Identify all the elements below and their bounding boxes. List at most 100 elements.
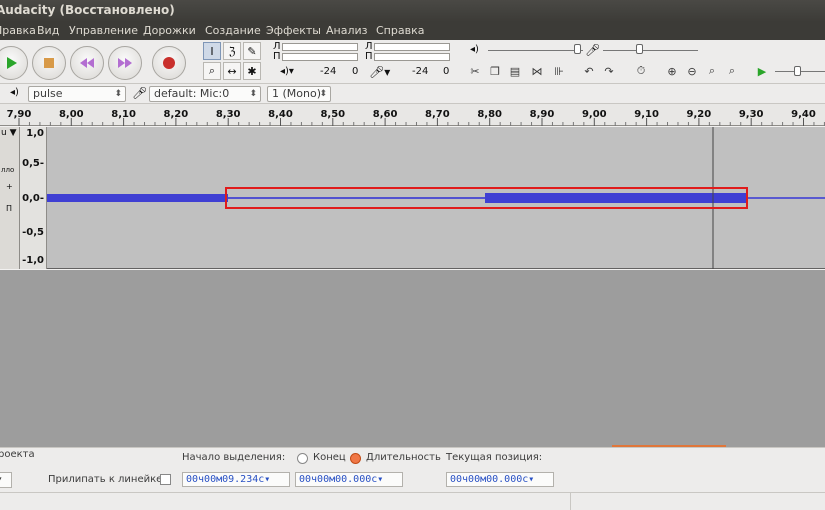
end-option-label: Конец <box>313 452 346 463</box>
timer-icon: ⏱ <box>636 64 646 77</box>
copy-button[interactable]: ❐ <box>486 62 504 80</box>
zoom-tool[interactable]: ⌕ <box>203 62 221 80</box>
speaker-icon[interactable]: ◂)▾ <box>280 66 294 77</box>
audio-position-time[interactable]: 00ч00м00.000с▾ <box>446 472 554 487</box>
empty-track-area[interactable] <box>0 270 825 448</box>
ruler-tick-label: 8,00 <box>59 109 84 120</box>
menu-generate[interactable]: Создание <box>205 24 261 37</box>
rec-meter-right-label: П <box>365 51 373 62</box>
audio-host-value: pulse <box>33 87 63 100</box>
input-volume-slider[interactable] <box>603 50 698 51</box>
menu-effects[interactable]: Эффекты <box>266 24 321 37</box>
ruler-tick-label: 8,50 <box>320 109 345 120</box>
ruler-tick-label: 8,20 <box>164 109 189 120</box>
trim-button[interactable]: ⋈ <box>528 62 546 80</box>
menu-analyze[interactable]: Анализ <box>326 24 368 37</box>
selection-start-time[interactable]: 00ч00м09.234с▾ <box>182 472 290 487</box>
selection-tool[interactable]: I <box>203 42 221 60</box>
draw-tool[interactable]: ✎ <box>243 42 261 60</box>
stop-button[interactable] <box>32 46 66 80</box>
play-button[interactable] <box>0 46 28 80</box>
menu-transport[interactable]: Управление <box>69 24 138 37</box>
rec-scale-max: 0 <box>443 66 450 77</box>
spin-icon: ⬍ <box>319 89 327 99</box>
microphone-icon[interactable]: 🎤︎▾ <box>369 65 390 79</box>
waveform[interactable] <box>47 127 825 269</box>
sync-lock-button[interactable]: ⏱ <box>632 62 650 80</box>
channels-select[interactable]: 1 (Mono) ⬍ <box>267 86 331 102</box>
snap-label: Прилипать к линейке <box>48 474 163 485</box>
cut-button[interactable]: ✂ <box>466 62 484 80</box>
skip-start-button[interactable] <box>70 46 104 80</box>
end-radio[interactable] <box>297 453 308 464</box>
redo-icon: ↷ <box>604 64 614 78</box>
fit-project-icon: ⌕ <box>728 64 736 77</box>
ruler-tick-label: 8,90 <box>530 109 555 120</box>
silence-button[interactable]: ⊪ <box>550 62 568 80</box>
ruler-tick-label: 8,60 <box>373 109 398 120</box>
ruler-tick-label: 8,70 <box>425 109 450 120</box>
envelope-icon: ℨ <box>228 44 236 58</box>
output-volume-thumb[interactable] <box>574 44 581 54</box>
pan-right-label[interactable]: П <box>6 204 12 213</box>
silence-icon: ⊪ <box>554 64 564 78</box>
multi-tool[interactable]: ✱ <box>243 62 261 80</box>
input-device-value: default: Mic:0 <box>154 87 230 100</box>
record-button[interactable] <box>152 46 186 80</box>
zoom-in-button[interactable]: ⊕ <box>663 62 681 80</box>
playback-meter-left <box>282 43 358 51</box>
output-device-icon: ◂) <box>10 87 19 98</box>
zoom-in-icon: ⊕ <box>667 64 677 78</box>
fit-project-button[interactable]: ⌕ <box>723 62 741 80</box>
audio-track[interactable] <box>47 127 825 269</box>
paste-button[interactable]: ▤ <box>506 62 524 80</box>
zoom-out-button[interactable]: ⊖ <box>683 62 701 80</box>
redo-button[interactable]: ↷ <box>600 62 618 80</box>
window-title: Audacity (Восстановлено) <box>0 3 175 17</box>
fit-selection-button[interactable]: ⌕ <box>703 62 721 80</box>
amp-tick-m05: -0,5 <box>22 227 44 238</box>
menu-edit[interactable]: Правка <box>0 24 36 37</box>
cursor-i-icon: I <box>210 44 214 58</box>
gain-plus-label[interactable]: + <box>6 182 13 191</box>
audio-host-select[interactable]: pulse ⬍ <box>28 86 126 102</box>
input-device-select[interactable]: default: Mic:0 ⬍ <box>149 86 261 102</box>
fit-selection-icon: ⌕ <box>708 64 716 77</box>
project-rate-select[interactable]: ▾ <box>0 472 12 488</box>
track-menu-dropdown[interactable]: u ▼ <box>1 128 17 138</box>
device-toolbar: ◂) pulse ⬍ 🎤︎ default: Mic:0 ⬍ 1 (Mono) ⬍ <box>0 84 825 104</box>
menu-view[interactable]: Вид <box>37 24 59 37</box>
timeline-ruler[interactable]: 7,90 8,00 8,10 8,20 8,30 8,40 8,50 8,60 8,70 8,80… <box>0 104 825 126</box>
stop-icon <box>33 47 65 79</box>
undo-button[interactable]: ↶ <box>580 62 598 80</box>
envelope-tool[interactable]: ℨ <box>223 42 241 60</box>
length-radio[interactable] <box>350 453 361 464</box>
track-solo-label[interactable]: лло <box>1 166 14 174</box>
menu-help[interactable]: Справка <box>376 24 424 37</box>
ruler-tick-label: 8,40 <box>268 109 293 120</box>
timeshift-tool[interactable]: ↔ <box>223 62 241 80</box>
amp-tick-m1: -1,0 <box>22 255 44 266</box>
zoom-out-icon: ⊖ <box>687 64 697 78</box>
play-at-speed-button[interactable]: ▶ <box>753 62 771 80</box>
spin-icon: ⬍ <box>249 89 257 99</box>
selection-toolbar: роекта ▾ Прилипать к линейке Начало выде… <box>0 447 825 495</box>
ruler-tick-label: 7,90 <box>7 109 32 120</box>
skip-end-icon <box>109 47 141 79</box>
selection-length-time[interactable]: 00ч00м00.000с▾ <box>295 472 403 487</box>
ruler-tick-label: 9,10 <box>634 109 659 120</box>
scissors-icon: ✂ <box>470 64 480 78</box>
input-volume-thumb[interactable] <box>636 44 643 54</box>
amp-tick-1: 1,0 <box>26 128 44 139</box>
meter-scale-max: 0 <box>352 66 359 77</box>
track-control-panel[interactable]: u ▼ лло + П <box>0 127 20 269</box>
skip-end-button[interactable] <box>108 46 142 80</box>
status-divider <box>570 493 571 510</box>
play-speed-thumb[interactable] <box>794 66 801 76</box>
snap-checkbox[interactable] <box>160 474 171 485</box>
output-volume-slider[interactable] <box>488 50 583 51</box>
amp-tick-05: 0,5- <box>22 158 44 169</box>
ruler-tick-label: 8,80 <box>477 109 502 120</box>
menu-tracks[interactable]: Дорожки <box>143 24 196 37</box>
ruler-svg: 7,90 8,00 8,10 8,20 8,30 8,40 8,50 8,60 8,70 8,80… <box>7 109 825 126</box>
